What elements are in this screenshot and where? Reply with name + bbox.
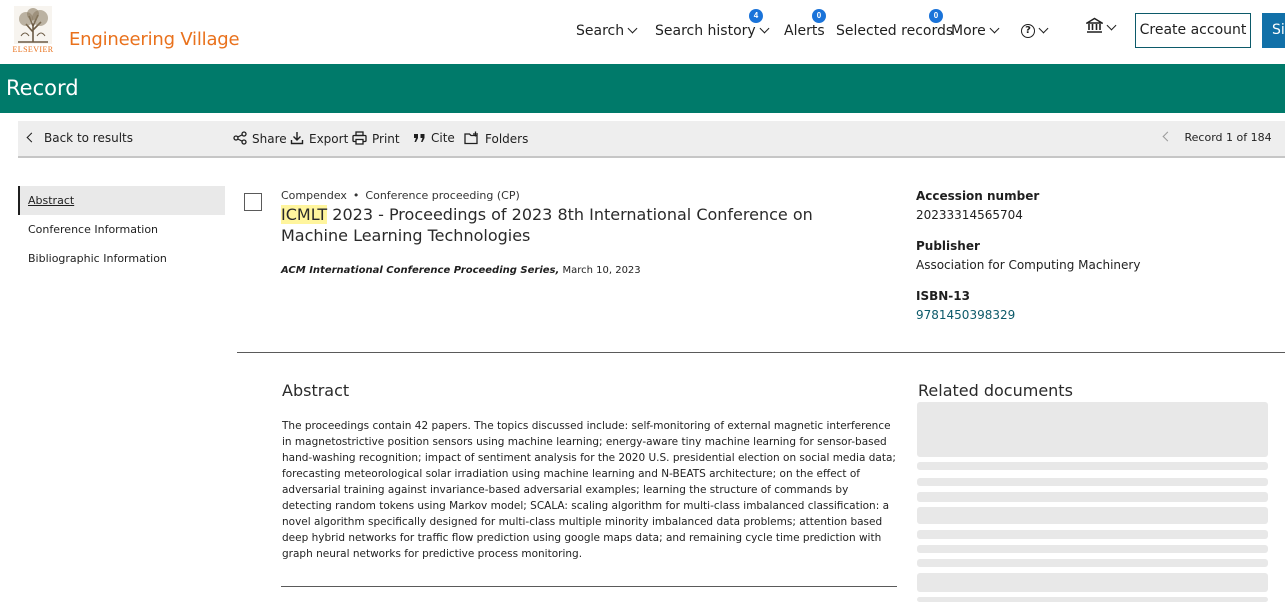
nav-institution[interactable] [1084, 17, 1117, 37]
loading-placeholder [917, 462, 1268, 470]
elsevier-wordmark: ELSEVIER [12, 45, 54, 54]
abstract-divider [281, 586, 897, 587]
search-term-highlight: ICMLT [281, 205, 328, 224]
accession-number-label: Accession number [916, 189, 1040, 203]
next-record-icon[interactable] [1281, 131, 1285, 142]
share-label: Share [252, 132, 287, 146]
sidebar-item-bibliographic-information[interactable]: Bibliographic Information [18, 244, 225, 273]
print-icon [352, 131, 367, 145]
nav-alerts-label: Alerts [784, 23, 825, 39]
loading-placeholder [917, 478, 1268, 486]
record-toolbar: Back to results Share Export Print Cite [18, 121, 1285, 158]
record-series-line: ACM International Conference Proceeding … [281, 265, 641, 276]
chevron-down-icon [1106, 20, 1117, 31]
record-pager: Record 1 of 184 [1162, 131, 1285, 144]
abstract-text: The proceedings contain 42 papers. The t… [282, 420, 896, 560]
loading-placeholder [917, 545, 1268, 553]
loading-placeholder [917, 530, 1268, 539]
question-circle-icon: ? [1021, 24, 1035, 38]
nav-selected-records-label: Selected records [836, 23, 954, 39]
nav-search[interactable]: Search [576, 21, 638, 41]
nav-search-history[interactable]: Search history 4 [655, 9, 770, 41]
cite-button[interactable]: Cite [413, 131, 455, 145]
database-name: Compendex [281, 189, 347, 202]
institution-icon [1084, 17, 1105, 33]
accession-number-block: Accession number 20233314565704 [916, 189, 1216, 222]
loading-placeholder [917, 597, 1268, 602]
select-record-checkbox[interactable] [244, 193, 262, 211]
chevron-down-icon [627, 23, 638, 34]
page-banner: Record [0, 64, 1285, 113]
elsevier-tree-icon [14, 6, 52, 44]
page-title: Record [6, 76, 79, 100]
loading-placeholder [917, 507, 1268, 524]
alerts-count-badge: 0 [812, 9, 826, 23]
loading-placeholder [917, 492, 1268, 502]
publisher-label: Publisher [916, 239, 980, 253]
section-divider [237, 352, 1285, 353]
back-to-results-link[interactable]: Back to results [26, 131, 134, 145]
accession-number-value: 20233314565704 [916, 208, 1023, 222]
isbn-link[interactable]: 9781450398329 [916, 308, 1216, 322]
publisher-value: Association for Computing Machinery [916, 258, 1141, 272]
sidebar-item-abstract[interactable]: Abstract [18, 186, 225, 215]
print-button[interactable]: Print [352, 131, 400, 146]
record-title-text: 2023 - Proceedings of 2023 8th Internati… [281, 205, 813, 245]
previous-record-icon[interactable] [1162, 131, 1173, 142]
record-title: ICMLT 2023 - Proceedings of 2023 8th Int… [281, 204, 881, 246]
folders-button[interactable]: Folders [464, 131, 528, 146]
isbn-block: ISBN-13 9781450398329 [916, 289, 1216, 322]
record-source-line: Compendex • Conference proceeding (CP) [281, 189, 520, 202]
elsevier-logo[interactable]: ELSEVIER [10, 6, 56, 54]
nav-alerts[interactable]: Alerts 0 [784, 9, 826, 41]
abstract-heading: Abstract [282, 381, 350, 400]
chevron-left-icon [26, 132, 37, 143]
nav-more[interactable]: More [951, 21, 1000, 41]
print-label: Print [372, 132, 400, 146]
nav-search-history-label: Search history [655, 23, 756, 39]
export-label: Export [309, 132, 349, 146]
nav-help[interactable]: ? [1021, 21, 1049, 41]
publisher-block: Publisher Association for Computing Mach… [916, 239, 1216, 272]
search-history-count-badge: 4 [749, 9, 763, 23]
nav-more-label: More [951, 23, 986, 39]
back-to-results-label: Back to results [44, 131, 134, 145]
sign-in-button[interactable]: Si [1262, 13, 1285, 48]
series-name: ACM International Conference Proceeding … [281, 265, 560, 276]
record-section-nav: Abstract Conference Information Bibliogr… [18, 186, 225, 273]
product-name[interactable]: Engineering Village [69, 29, 240, 50]
top-header: ELSEVIER Engineering Village Search Sear… [0, 0, 1285, 64]
chevron-down-icon [1038, 23, 1049, 34]
related-documents-heading: Related documents [918, 381, 1073, 400]
share-button[interactable]: Share [233, 131, 287, 146]
quote-icon [414, 134, 425, 142]
isbn-label: ISBN-13 [916, 289, 970, 303]
folder-add-icon [464, 131, 478, 145]
separator-dot: • [352, 189, 360, 202]
nav-selected-records[interactable]: Selected records 0 [836, 9, 954, 41]
sidebar-item-conference-information[interactable]: Conference Information [18, 215, 225, 244]
cite-label: Cite [431, 131, 455, 145]
create-account-button[interactable]: Create account [1135, 13, 1251, 48]
loading-placeholder [917, 573, 1268, 592]
folders-label: Folders [485, 132, 529, 146]
loading-placeholder [917, 559, 1268, 567]
document-type: Conference proceeding (CP) [365, 189, 520, 202]
record-position: Record 1 of 184 [1184, 131, 1272, 144]
publication-date: March 10, 2023 [559, 265, 641, 276]
loading-placeholder [917, 402, 1268, 457]
share-icon [233, 131, 247, 145]
export-button[interactable]: Export [290, 131, 348, 146]
chevron-down-icon [759, 23, 770, 34]
nav-search-label: Search [576, 23, 625, 39]
download-icon [290, 132, 304, 145]
chevron-down-icon [989, 23, 1000, 34]
selected-records-count-badge: 0 [929, 9, 943, 23]
